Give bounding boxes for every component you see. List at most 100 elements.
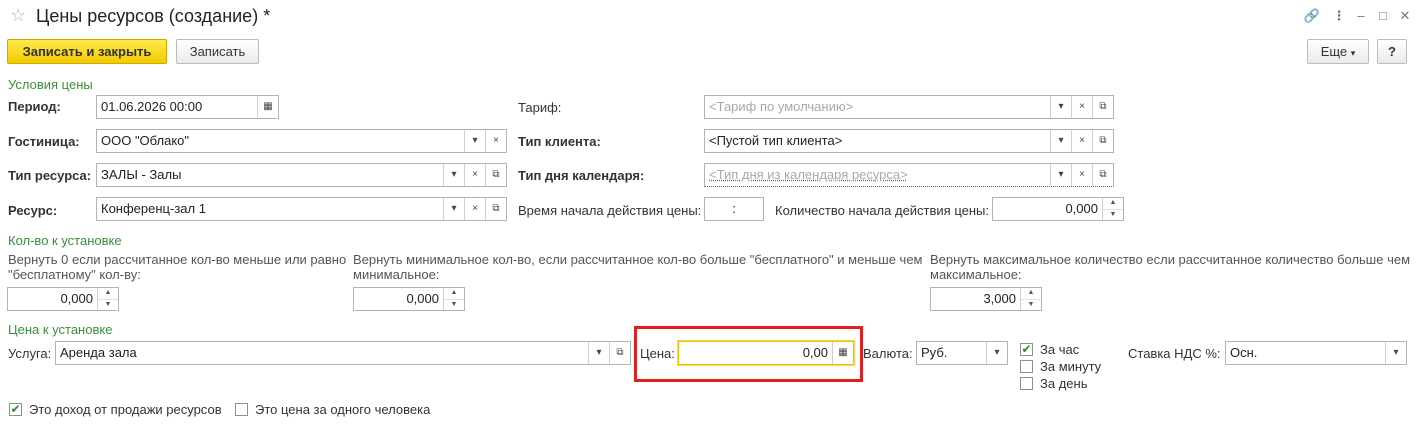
spinner[interactable]: ▲ ▼ bbox=[1102, 198, 1123, 220]
spin-down-icon[interactable]: ▼ bbox=[444, 300, 464, 311]
minimize-icon[interactable]: – bbox=[1352, 7, 1370, 25]
resource-field[interactable]: Конференц-зал 1 ▾ × ⧉ bbox=[96, 197, 507, 221]
calendar-day-type-value[interactable]: <Тип дня из календаря ресурса> bbox=[705, 164, 1050, 186]
max-if-greater-label: Вернуть максимальное количество если рас… bbox=[930, 252, 1415, 282]
vat-field[interactable]: Осн. ▾ bbox=[1225, 341, 1407, 365]
vat-label: Ставка НДС %: bbox=[1128, 346, 1221, 361]
resource-type-label: Тип ресурса: bbox=[8, 168, 92, 183]
client-type-value[interactable]: <Пустой тип клиента> bbox=[705, 130, 1050, 152]
spinner[interactable]: ▲ ▼ bbox=[443, 288, 464, 310]
open-icon[interactable]: ⧉ bbox=[485, 198, 506, 220]
min-if-between-label: Вернуть минимальное кол-во, если рассчит… bbox=[353, 252, 923, 282]
hotel-value[interactable]: ООО "Облако" bbox=[97, 130, 464, 152]
open-icon[interactable]: ⧉ bbox=[485, 164, 506, 186]
max-if-greater-field[interactable]: 3,000 ▲ ▼ bbox=[930, 287, 1042, 311]
dropdown-icon[interactable]: ▾ bbox=[464, 130, 485, 152]
start-time-value[interactable]: : bbox=[705, 198, 763, 220]
spin-up-icon[interactable]: ▲ bbox=[444, 288, 464, 300]
spinner[interactable]: ▲ ▼ bbox=[1020, 288, 1041, 310]
service-value[interactable]: Аренда зала bbox=[56, 342, 588, 364]
currency-value[interactable]: Руб. bbox=[917, 342, 986, 364]
resource-label: Ресурс: bbox=[8, 203, 58, 218]
start-time-label: Время начала действия цены: bbox=[518, 203, 702, 218]
clear-icon[interactable]: × bbox=[1071, 130, 1092, 152]
save-and-close-button[interactable]: Записать и закрыть bbox=[7, 39, 167, 64]
zero-if-less-field[interactable]: 0,000 ▲ ▼ bbox=[7, 287, 119, 311]
clear-icon[interactable]: × bbox=[485, 130, 506, 152]
open-icon[interactable]: ⧉ bbox=[609, 342, 630, 364]
calendar-icon[interactable]: ▦ bbox=[257, 96, 278, 118]
tariff-label: Тариф: bbox=[518, 100, 562, 115]
per-person-checkbox[interactable] bbox=[235, 403, 248, 416]
calendar-day-type-field[interactable]: <Тип дня из календаря ресурса> ▾ × ⧉ bbox=[704, 163, 1114, 187]
hotel-field[interactable]: ООО "Облако" ▾ × bbox=[96, 129, 507, 153]
tariff-field[interactable]: <Тариф по умолчанию> ▾ × ⧉ bbox=[704, 95, 1114, 119]
price-field[interactable]: 0,00 ▦ bbox=[678, 341, 854, 365]
dropdown-icon[interactable]: ▾ bbox=[1385, 342, 1406, 364]
price-value[interactable]: 0,00 bbox=[679, 342, 832, 364]
client-type-field[interactable]: <Пустой тип клиента> ▾ × ⧉ bbox=[704, 129, 1114, 153]
more-button[interactable]: Еще ▾ bbox=[1307, 39, 1369, 64]
dropdown-icon[interactable]: ▾ bbox=[588, 342, 609, 364]
spinner[interactable]: ▲ ▼ bbox=[97, 288, 118, 310]
max-if-greater-label-line1: Вернуть максимальное количество если рас… bbox=[930, 252, 1411, 267]
start-qty-field[interactable]: 0,000 ▲ ▼ bbox=[992, 197, 1124, 221]
dropdown-icon[interactable]: ▾ bbox=[1050, 164, 1071, 186]
spin-up-icon[interactable]: ▲ bbox=[1021, 288, 1041, 300]
per-minute-checkbox[interactable] bbox=[1020, 360, 1033, 373]
help-button[interactable]: ? bbox=[1377, 39, 1407, 64]
per-minute-label: За минуту bbox=[1040, 359, 1102, 374]
clear-icon[interactable]: × bbox=[1071, 164, 1092, 186]
currency-field[interactable]: Руб. ▾ bbox=[916, 341, 1008, 365]
resource-type-field[interactable]: ЗАЛЫ - Залы ▾ × ⧉ bbox=[96, 163, 507, 187]
min-if-between-label-line2: минимальное: bbox=[353, 267, 440, 282]
revenue-checkbox[interactable]: ✔ bbox=[9, 403, 22, 416]
dropdown-icon[interactable]: ▾ bbox=[1050, 130, 1071, 152]
calculator-icon[interactable]: ▦ bbox=[832, 342, 853, 364]
more-vertical-icon[interactable]: ⋮ bbox=[1330, 7, 1348, 25]
max-if-greater-label-line2: максимальное: bbox=[930, 267, 1022, 282]
clear-icon[interactable]: × bbox=[464, 164, 485, 186]
section-quantity: Кол-во к установке bbox=[8, 233, 122, 248]
vat-value[interactable]: Осн. bbox=[1226, 342, 1385, 364]
spin-up-icon[interactable]: ▲ bbox=[1103, 198, 1123, 210]
start-time-field[interactable]: : bbox=[704, 197, 764, 221]
dropdown-icon[interactable]: ▾ bbox=[443, 198, 464, 220]
open-icon[interactable]: ⧉ bbox=[1092, 164, 1113, 186]
min-if-between-value[interactable]: 0,000 bbox=[354, 288, 443, 310]
tariff-value[interactable]: <Тариф по умолчанию> bbox=[705, 96, 1050, 118]
zero-if-less-value[interactable]: 0,000 bbox=[8, 288, 97, 310]
spin-up-icon[interactable]: ▲ bbox=[98, 288, 118, 300]
section-price-conditions: Условия цены bbox=[8, 77, 93, 92]
dropdown-icon[interactable]: ▾ bbox=[1050, 96, 1071, 118]
spin-down-icon[interactable]: ▼ bbox=[1021, 300, 1041, 311]
maximize-icon[interactable]: □ bbox=[1374, 7, 1392, 25]
spin-down-icon[interactable]: ▼ bbox=[98, 300, 118, 311]
per-person-label: Это цена за одного человека bbox=[255, 402, 431, 417]
per-day-checkbox[interactable] bbox=[1020, 377, 1033, 390]
start-qty-value[interactable]: 0,000 bbox=[993, 198, 1102, 220]
window-title: Цены ресурсов (создание) * bbox=[36, 6, 271, 26]
max-if-greater-value[interactable]: 3,000 bbox=[931, 288, 1020, 310]
per-hour-checkbox[interactable]: ✔ bbox=[1020, 343, 1033, 356]
period-value[interactable]: 01.06.2026 00:00 bbox=[97, 96, 257, 118]
clear-icon[interactable]: × bbox=[464, 198, 485, 220]
service-field[interactable]: Аренда зала ▾ ⧉ bbox=[55, 341, 631, 365]
spin-down-icon[interactable]: ▼ bbox=[1103, 210, 1123, 221]
dropdown-icon[interactable]: ▾ bbox=[443, 164, 464, 186]
favorite-star-icon[interactable]: ☆ bbox=[10, 5, 26, 25]
min-if-between-field[interactable]: 0,000 ▲ ▼ bbox=[353, 287, 465, 311]
open-icon[interactable]: ⧉ bbox=[1092, 130, 1113, 152]
open-icon[interactable]: ⧉ bbox=[1092, 96, 1113, 118]
dropdown-icon[interactable]: ▾ bbox=[986, 342, 1007, 364]
client-type-label: Тип клиента: bbox=[518, 134, 601, 149]
clear-icon[interactable]: × bbox=[1071, 96, 1092, 118]
period-field[interactable]: 01.06.2026 00:00 ▦ bbox=[96, 95, 279, 119]
resource-value[interactable]: Конференц-зал 1 bbox=[97, 198, 443, 220]
link-icon[interactable]: 🔗 bbox=[1303, 7, 1321, 25]
resource-type-value[interactable]: ЗАЛЫ - Залы bbox=[97, 164, 443, 186]
per-day-label: За день bbox=[1040, 376, 1088, 391]
section-price: Цена к установке bbox=[8, 322, 113, 337]
save-button[interactable]: Записать bbox=[176, 39, 259, 64]
close-icon[interactable]: ✕ bbox=[1396, 7, 1414, 25]
